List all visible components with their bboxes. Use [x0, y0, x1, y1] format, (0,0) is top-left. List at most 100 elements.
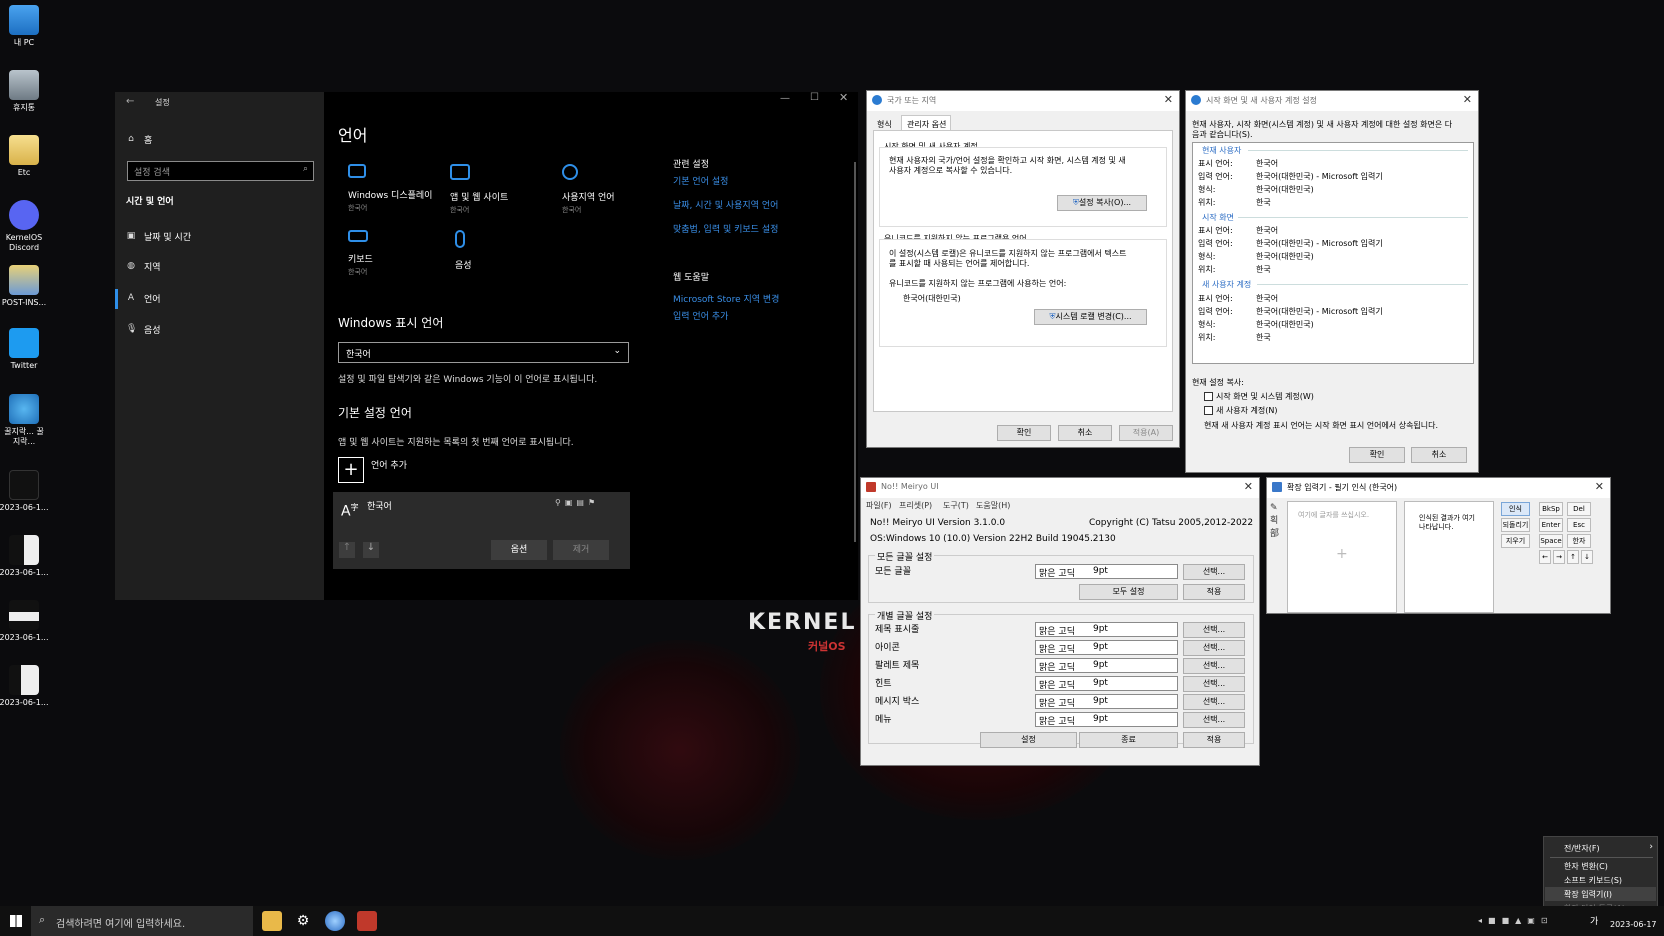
desktop-icon-screenshot[interactable]: 2023-06-1...: [0, 665, 52, 708]
key-right[interactable]: →: [1553, 550, 1565, 564]
sidebar-item-date-time[interactable]: ▣ 날짜 및 시간: [126, 225, 191, 247]
font-field[interactable]: 맑은 고딕 9pt: [1035, 658, 1178, 673]
clear-button[interactable]: 지우기: [1501, 534, 1530, 548]
set-all-button[interactable]: 모두 설정: [1079, 584, 1178, 600]
font-field[interactable]: 맑은 고딕 9pt: [1035, 640, 1178, 655]
language-item-card[interactable]: A字 한국어 ⚲▣▤⚑ ↑ ↓ 옵션 제거: [333, 492, 630, 569]
tab-format[interactable]: 형식: [877, 119, 892, 130]
key-space[interactable]: Space: [1539, 534, 1563, 548]
move-up-button[interactable]: ↑: [339, 542, 355, 558]
maximize-button[interactable]: ☐: [810, 92, 819, 103]
settings-list-box[interactable]: 현재 사용자 표시 언어: 한국어 입력 언어: 한국어(대한민국) - Micro…: [1192, 142, 1474, 364]
select-button[interactable]: 선택...: [1183, 640, 1245, 656]
desktop-icon-this-pc[interactable]: 내 PC: [0, 5, 52, 48]
select-button[interactable]: 선택...: [1183, 694, 1245, 710]
select-button[interactable]: 선택...: [1183, 658, 1245, 674]
desktop-icon-screenshot[interactable]: 2023-06-1...: [0, 470, 52, 513]
tab-admin[interactable]: 관리자 옵션: [901, 115, 951, 131]
checkbox-welcome-system[interactable]: [1204, 392, 1213, 401]
remove-button[interactable]: 제거: [553, 540, 609, 560]
key-delete[interactable]: Del: [1567, 502, 1591, 516]
scrollbar[interactable]: [854, 162, 856, 542]
ok-button[interactable]: 확인: [997, 425, 1051, 441]
font-field[interactable]: 맑은 고딕 9pt: [1035, 712, 1178, 727]
sidebar-item-language[interactable]: A 언어: [126, 287, 161, 309]
desktop-icon-ie[interactable]: 꿀지락... 꿀지락...: [0, 394, 52, 447]
checkbox-label[interactable]: 새 사용자 계정(N): [1216, 405, 1277, 416]
desktop-icon-etc[interactable]: Etc: [0, 135, 52, 178]
menu-help[interactable]: 도움말(H): [976, 500, 1010, 511]
move-down-button[interactable]: ↓: [363, 542, 379, 558]
checkbox-label[interactable]: 시작 화면 및 시스템 계정(W): [1216, 391, 1314, 402]
undo-button[interactable]: 되돌리기: [1501, 518, 1530, 532]
link-add-input-language[interactable]: 입력 언어 추가: [673, 309, 728, 322]
desktop-icon-recycle-bin[interactable]: 휴지통: [0, 70, 52, 113]
tile-keyboard[interactable]: 키보드 한국어: [348, 230, 458, 277]
tile-speech[interactable]: 음성: [455, 230, 565, 271]
select-button[interactable]: 선택...: [1183, 622, 1245, 638]
key-escape[interactable]: Esc: [1567, 518, 1591, 532]
menu-preset[interactable]: 프리셋(P): [899, 500, 932, 511]
options-button[interactable]: 옵션: [491, 540, 547, 560]
sidebar-item-region[interactable]: ◍ 지역: [126, 255, 161, 277]
font-field[interactable]: 맑은 고딕 9pt: [1035, 676, 1178, 691]
link-store-region[interactable]: Microsoft Store 지역 변경: [673, 292, 779, 305]
menu-item-soft-keyboard[interactable]: 소프트 키보드(S): [1564, 875, 1622, 886]
ime-indicator[interactable]: 가: [1590, 914, 1598, 927]
checkbox-new-user[interactable]: [1204, 406, 1213, 415]
recognize-button[interactable]: 인식: [1501, 502, 1530, 516]
all-fonts-field[interactable]: 맑은 고딕 9pt: [1035, 564, 1178, 579]
minimize-button[interactable]: —: [780, 93, 790, 104]
select-button[interactable]: 선택...: [1183, 564, 1245, 580]
key-up[interactable]: ↑: [1567, 550, 1579, 564]
add-language-label[interactable]: 언어 추가: [371, 458, 407, 471]
menu-item-full-half[interactable]: 전/반자(F): [1564, 843, 1600, 854]
desktop-icon-screenshot[interactable]: 2023-06-1...: [0, 535, 52, 578]
tile-apps-websites[interactable]: 앱 및 웹 사이트 한국어: [450, 164, 560, 215]
add-language-button[interactable]: +: [338, 457, 364, 483]
apply-all-button[interactable]: 적용: [1183, 584, 1245, 600]
close-button[interactable]: ✕: [1164, 93, 1173, 106]
change-locale-button[interactable]: ⛨시스템 로캘 변경(C)...: [1034, 309, 1147, 325]
menu-file[interactable]: 파일(F): [866, 500, 892, 511]
sidebar-item-home[interactable]: ⌂ 홈: [126, 128, 152, 150]
back-arrow-icon[interactable]: ←: [126, 96, 134, 107]
file-explorer-icon[interactable]: [262, 911, 282, 931]
cancel-button[interactable]: 취소: [1411, 447, 1467, 463]
desktop-icon-discord[interactable]: KernelOS Discord: [0, 200, 52, 253]
key-left[interactable]: ←: [1539, 550, 1551, 564]
display-language-dropdown[interactable]: 한국어 ⌄: [338, 342, 629, 363]
desktop-icon-twitter[interactable]: Twitter: [0, 328, 52, 371]
menu-item-hanja-convert[interactable]: 한자 변환(C): [1564, 861, 1608, 872]
font-field[interactable]: 맑은 고딕 9pt: [1035, 694, 1178, 709]
pad-mode-tabs[interactable]: ✎ 획 部: [1270, 502, 1282, 542]
ok-button[interactable]: 확인: [1349, 447, 1405, 463]
desktop-icon-screenshot[interactable]: 2023-06-1...: [0, 600, 52, 643]
key-down[interactable]: ↓: [1581, 550, 1593, 564]
select-button[interactable]: 선택...: [1183, 676, 1245, 692]
font-field[interactable]: 맑은 고딕 9pt: [1035, 622, 1178, 637]
windows-start-icon[interactable]: [10, 915, 22, 927]
close-button[interactable]: ✕: [839, 91, 848, 104]
close-button[interactable]: ✕: [1463, 93, 1472, 106]
link-date-time-region[interactable]: 날짜, 시간 및 사용지역 언어: [673, 198, 778, 211]
clock-date[interactable]: 2023-06-17: [1610, 920, 1657, 929]
link-spelling-typing[interactable]: 맞춤법, 입력 및 키보드 설정: [673, 222, 778, 235]
tray-icons[interactable]: ◂■■▲▣⊡: [1478, 916, 1588, 926]
tile-regional-format[interactable]: 사용지역 언어 한국어: [562, 164, 672, 215]
settings-gear-icon[interactable]: ⚙: [293, 911, 313, 931]
desktop-icon-post-install[interactable]: POST-INS...: [0, 265, 52, 308]
settings-search-input[interactable]: 설정 검색 ⌕: [127, 161, 314, 181]
key-backspace[interactable]: BkSp: [1539, 502, 1563, 516]
close-button[interactable]: ✕: [1595, 480, 1604, 493]
cancel-button[interactable]: 취소: [1058, 425, 1112, 441]
menu-item-ime-pad[interactable]: 확장 입력기(I): [1564, 889, 1612, 900]
handwriting-area[interactable]: 여기에 글자를 쓰십시오. +: [1287, 501, 1397, 613]
apply-button[interactable]: 적용(A): [1119, 425, 1173, 441]
apply-button[interactable]: 적용: [1183, 732, 1245, 748]
copy-settings-button[interactable]: ⛨설정 복사(O)...: [1057, 195, 1147, 211]
tile-windows-display[interactable]: Windows 디스플레이 한국어: [348, 164, 458, 213]
set-button[interactable]: 설정: [980, 732, 1077, 748]
key-enter[interactable]: Enter: [1539, 518, 1563, 532]
exit-button[interactable]: 종료: [1079, 732, 1178, 748]
